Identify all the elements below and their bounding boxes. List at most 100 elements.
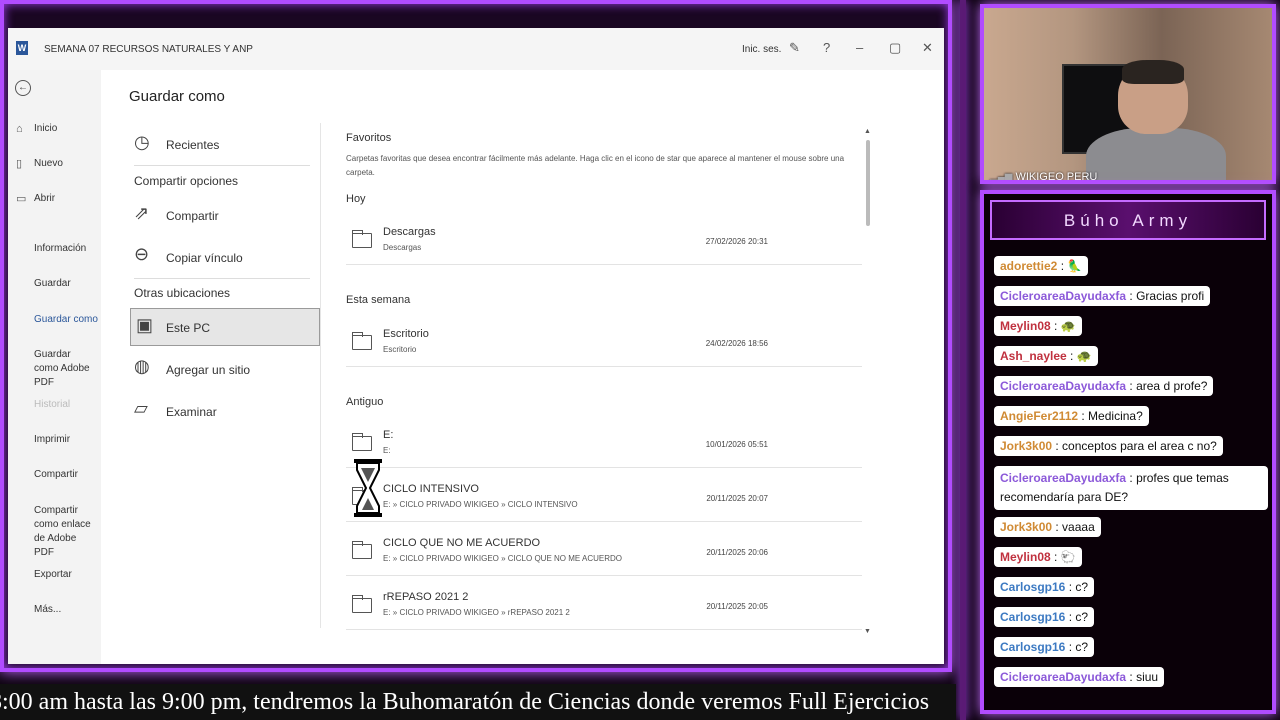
chat-username: Carlosgp16 xyxy=(1000,640,1066,654)
location-compartir[interactable]: Compartir xyxy=(166,209,219,223)
folder-path: E: » CICLO PRIVADO WIKIGEO » CICLO QUE N… xyxy=(383,554,623,563)
folder-row[interactable]: E: E: 10/01/2026 05:51 xyxy=(346,424,862,468)
location-agregar-sitio[interactable]: Agregar un sitio xyxy=(166,363,250,377)
folder-row[interactable]: Escritorio Escritorio 24/02/2026 18:56 xyxy=(346,323,862,367)
webcam-frame: ▂▄▆ WIKIGEO PERU xyxy=(980,4,1276,184)
folder-icon xyxy=(351,433,372,451)
page-title: Guardar como xyxy=(129,88,225,105)
folder-name: Descargas xyxy=(383,226,436,238)
folder-date: 20/11/2025 20:05 xyxy=(706,602,768,611)
folder-name: CICLO QUE NO ME ACUERDO xyxy=(383,537,541,549)
folder-date: 10/01/2026 05:51 xyxy=(705,440,768,449)
chat-message: adorettie2 : 🦜 xyxy=(994,256,1089,276)
signal-icon: ▂▄▆ xyxy=(990,172,1013,183)
chat-panel: Búho Army adorettie2 : 🦜 CicleroareaDayu… xyxy=(980,190,1276,714)
scroll-thumb[interactable] xyxy=(866,140,870,226)
chat-message: Carlosgp16 : c? xyxy=(994,577,1095,597)
pen-icon[interactable]: ✎ xyxy=(789,40,800,56)
chat-text: : vaaaa xyxy=(1055,520,1095,534)
chat-username: CicleroareaDayudaxfa xyxy=(1000,379,1127,393)
location-copiar-vinculo[interactable]: Copiar vínculo xyxy=(166,251,243,265)
folder-icon xyxy=(351,541,372,559)
chat-text: : 🐑 xyxy=(1054,550,1076,564)
chat-text: : c? xyxy=(1068,640,1089,654)
folder-row[interactable]: rREPASO 2021 2 E: » CICLO PRIVADO WIKIGE… xyxy=(346,586,862,630)
chat-message: CicleroareaDayudaxfa : area d profe? xyxy=(994,376,1214,396)
news-ticker: 8:00 am hasta las 9:00 pm, tendremos la … xyxy=(0,684,956,720)
folder-name: rREPASO 2021 2 xyxy=(383,591,469,603)
help-icon[interactable]: ? xyxy=(823,40,830,55)
nav-compartir[interactable]: Compartir xyxy=(34,468,78,482)
nav-inicio[interactable]: ⌂ Inicio xyxy=(16,122,57,136)
nav-informacion[interactable]: Información xyxy=(34,242,86,256)
folder-open-icon: ▭ xyxy=(16,193,27,205)
chat-username: Meylin08 xyxy=(1000,319,1051,333)
chat-title: Búho Army xyxy=(1063,211,1193,230)
chat-username: Jork3k00 xyxy=(1000,439,1053,453)
backstage-nav: ← ⌂ Inicio ▯ Nuevo ▭ Abrir Información Guar… xyxy=(8,70,101,664)
document-title: SEMANA 07 RECURSOS NATURALES Y ANP xyxy=(44,44,253,55)
title-bar: W SEMANA 07 RECURSOS NATURALES Y ANP Ini… xyxy=(8,28,944,70)
group-esta-semana: Esta semana xyxy=(346,294,411,306)
nav-label: Nuevo xyxy=(34,158,63,169)
nav-compartir-pdf[interactable]: Compartir como enlace de Adobe PDF xyxy=(34,504,94,560)
chat-message: CicleroareaDayudaxfa : siuu xyxy=(994,667,1165,687)
ticker-text: 8:00 am hasta las 9:00 pm, tendremos la … xyxy=(0,689,930,715)
location-este-pc[interactable] xyxy=(130,308,320,346)
nav-imprimir[interactable]: Imprimir xyxy=(34,433,70,447)
folder-row[interactable]: CICLO QUE NO ME ACUERDO E: » CICLO PRIVA… xyxy=(346,532,862,576)
folder-list-scrollbar[interactable]: ▲ ▼ xyxy=(864,128,872,638)
chat-message: Carlosgp16 : c? xyxy=(994,637,1095,657)
chat-text: : conceptos para el area c no? xyxy=(1055,439,1217,453)
favorites-description: Carpetas favoritas que desea encontrar f… xyxy=(346,154,845,177)
chat-text: : c? xyxy=(1068,610,1089,624)
webcam-label: ▂▄▆ WIKIGEO PERU xyxy=(990,171,1097,183)
location-examinar[interactable]: Examinar xyxy=(166,405,217,419)
share-icon: ⇗ xyxy=(134,203,150,223)
share-heading: Compartir opciones xyxy=(134,174,239,188)
folder-date: 20/11/2025 20:07 xyxy=(706,494,768,503)
close-icon[interactable]: ✕ xyxy=(922,40,933,56)
chat-text: : 🦜 xyxy=(1060,259,1083,273)
location-recientes[interactable]: Recientes xyxy=(166,138,219,152)
chat-message: CicleroareaDayudaxfa : Gracias profi xyxy=(994,286,1211,306)
chat-username: Ash_naylee xyxy=(1000,349,1067,363)
other-locations-heading: Otras ubicaciones xyxy=(134,286,231,300)
chat-username: Jork3k00 xyxy=(1000,520,1053,534)
chat-text: : c? xyxy=(1068,580,1089,594)
chat-text: : 🐢 xyxy=(1054,319,1076,333)
folder-path: E: » CICLO PRIVADO WIKIGEO » rREPASO 202… xyxy=(383,608,570,617)
nav-guardar-pdf[interactable]: Guardar como Adobe PDF xyxy=(34,348,94,390)
folder-row[interactable]: Descargas Descargas 27/02/2026 20:31 xyxy=(346,221,862,265)
chat-username: AngieFer2112 xyxy=(1000,409,1079,423)
folder-row[interactable]: CICLO INTENSIVO E: » CICLO PRIVADO WIKIG… xyxy=(346,478,862,522)
folder-icon: ▱ xyxy=(134,398,148,418)
chat-message: Jork3k00 : vaaaa xyxy=(994,517,1101,537)
maximize-icon[interactable]: ▢ xyxy=(889,40,901,56)
folder-path: Escritorio xyxy=(383,345,417,354)
chat-message: CicleroareaDayudaxfa : profes que temas … xyxy=(994,466,1268,510)
scroll-up-icon[interactable]: ▲ xyxy=(864,128,871,135)
webcam-person-body xyxy=(1086,128,1226,180)
folder-name: E: xyxy=(383,429,394,441)
word-window: W SEMANA 07 RECURSOS NATURALES Y ANP Ini… xyxy=(8,28,944,664)
signin-link[interactable]: Inic. ses. xyxy=(742,44,781,55)
pane-divider xyxy=(320,123,321,628)
folder-name: CICLO INTENSIVO xyxy=(383,483,479,495)
panel-separator xyxy=(960,0,966,720)
chat-message: AngieFer2112 : Medicina? xyxy=(994,406,1149,426)
back-arrow-icon[interactable]: ← xyxy=(15,80,31,96)
nav-mas[interactable]: Más... xyxy=(34,603,61,617)
nav-abrir[interactable]: ▭ Abrir xyxy=(16,192,55,206)
folder-icon xyxy=(351,332,372,350)
nav-exportar[interactable]: Exportar xyxy=(34,568,72,582)
divider xyxy=(134,278,310,279)
nav-guardar-como[interactable]: Guardar como xyxy=(34,313,98,327)
scroll-down-icon[interactable]: ▼ xyxy=(864,628,871,635)
nav-nuevo[interactable]: ▯ Nuevo xyxy=(16,157,63,171)
nav-historial: Historial xyxy=(34,399,71,410)
chat-username: Meylin08 xyxy=(1000,550,1051,564)
nav-guardar[interactable]: Guardar xyxy=(34,277,71,291)
new-doc-icon: ▯ xyxy=(16,158,23,170)
minimize-icon[interactable]: – xyxy=(856,40,863,55)
